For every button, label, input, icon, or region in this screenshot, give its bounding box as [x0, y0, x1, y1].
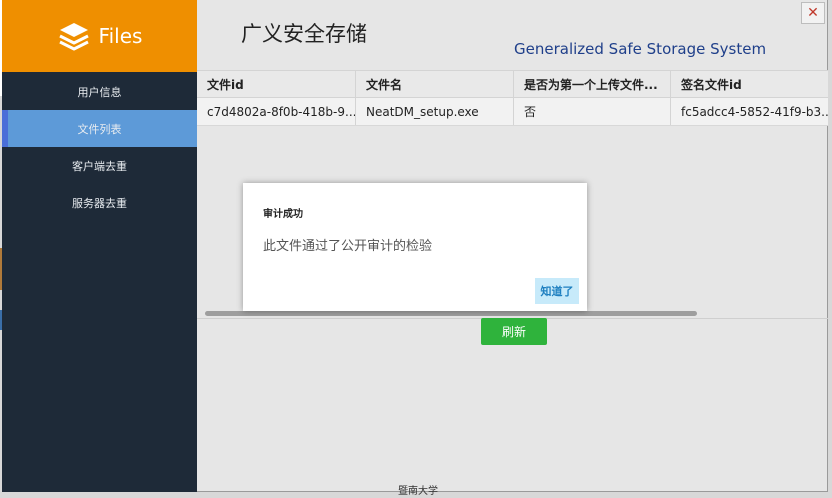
scrollbar-thumb[interactable]: [205, 311, 697, 316]
dialog-title: 审计成功: [263, 209, 303, 220]
sidebar-item-user-info[interactable]: 用户信息: [2, 73, 197, 110]
dialog-message: 此文件通过了公开审计的检验: [263, 239, 433, 254]
table-row[interactable]: c7d4802a-8f0b-418b-9... NeatDM_setup.exe…: [197, 98, 828, 126]
footer-text: 暨南大学: [398, 486, 438, 497]
sidebar-item-server-dedup[interactable]: 服务器去重: [2, 184, 197, 221]
table-cell: 否: [514, 98, 671, 125]
refresh-button[interactable]: 刷新: [481, 318, 547, 345]
table-cell: c7d4802a-8f0b-418b-9...: [197, 98, 356, 125]
page-title: 广义安全存储: [241, 22, 367, 46]
column-header-signature-id[interactable]: 签名文件id: [671, 71, 828, 97]
layers-icon: [58, 23, 89, 51]
column-header-first-upload[interactable]: 是否为第一个上传文件...: [514, 71, 671, 97]
sidebar-item-file-list[interactable]: 文件列表: [2, 110, 197, 147]
sidebar: Files 用户信息 文件列表 客户端去重 服务器去重: [2, 0, 197, 492]
logo-text: Files: [98, 24, 143, 48]
file-table: 文件id 文件名 是否为第一个上传文件... 签名文件id c7d4802a-8…: [197, 70, 828, 126]
table-cell: fc5adcc4-5852-41f9-b3...: [681, 104, 828, 119]
audit-success-dialog: 审计成功 此文件通过了公开审计的检验 知道了: [243, 183, 587, 311]
sidebar-item-client-dedup[interactable]: 客户端去重: [2, 147, 197, 184]
close-button[interactable]: ✕: [801, 2, 825, 24]
column-header-file-name[interactable]: 文件名: [356, 71, 514, 97]
logo: Files: [2, 0, 197, 72]
dialog-ok-button[interactable]: 知道了: [535, 278, 579, 304]
table-cell: NeatDM_setup.exe: [356, 98, 514, 125]
column-header-file-id[interactable]: 文件id: [197, 71, 356, 97]
page-subtitle: Generalized Safe Storage System: [514, 40, 767, 58]
table-header: 文件id 文件名 是否为第一个上传文件... 签名文件id: [197, 70, 828, 98]
sidebar-nav: 用户信息 文件列表 客户端去重 服务器去重: [2, 72, 197, 221]
